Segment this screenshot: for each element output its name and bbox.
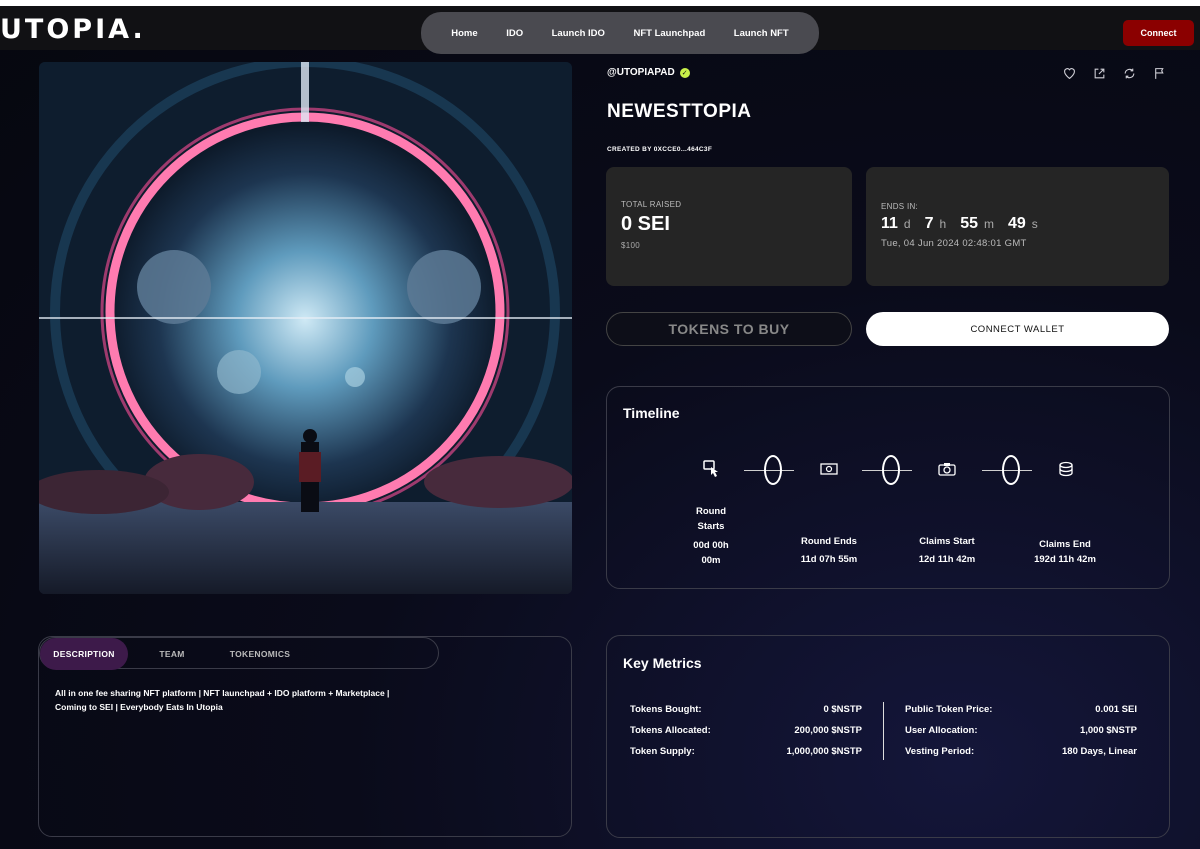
connect-button[interactable]: Connect bbox=[1123, 20, 1194, 46]
timeline-step-round-starts: Round Starts 00d 00h 00m bbox=[670, 504, 752, 568]
timeline-step-claims-end: Claims End 192d 11h 42m bbox=[1012, 537, 1118, 567]
countdown-days-unit: d bbox=[903, 217, 911, 231]
flag-icon[interactable] bbox=[1152, 66, 1166, 80]
metric-label: Token Supply: bbox=[630, 746, 695, 757]
key-metrics-title: Key Metrics bbox=[623, 655, 702, 671]
timeline-time: 00m bbox=[701, 555, 721, 566]
metric-label: Vesting Period: bbox=[905, 746, 975, 757]
connect-wallet-button[interactable]: CONNECT WALLET bbox=[866, 312, 1169, 346]
metric-value: 0 $NSTP bbox=[823, 704, 862, 715]
action-icons bbox=[1062, 66, 1166, 80]
timeline-label: Claims Start bbox=[919, 536, 975, 547]
project-image bbox=[39, 62, 572, 594]
tokens-to-buy-field[interactable]: TOKENS TO BUY bbox=[606, 312, 852, 346]
handle-text: @UTOPIAPAD bbox=[607, 67, 675, 78]
metric-value: 0.001 SEI bbox=[1095, 704, 1137, 715]
tab-team[interactable]: TEAM bbox=[148, 638, 196, 670]
heart-icon[interactable] bbox=[1062, 66, 1076, 80]
countdown-minutes-unit: m bbox=[984, 217, 994, 231]
timeline-label: Claims End bbox=[1039, 539, 1091, 550]
nav-home[interactable]: Home bbox=[451, 28, 477, 39]
nav-launch-nft[interactable]: Launch NFT bbox=[734, 28, 789, 39]
ends-in-card: ENDS IN: 11 d 7h 55 m 49 s Tue, 04 Jun 2024… bbox=[866, 167, 1169, 286]
key-metrics-panel: Key Metrics bbox=[606, 635, 1170, 838]
countdown-seconds-unit: s bbox=[1031, 217, 1038, 231]
coins-icon bbox=[1057, 460, 1075, 478]
countdown-seconds: 49 bbox=[1008, 215, 1026, 232]
metric-value: 1,000 $NSTP bbox=[1079, 725, 1137, 736]
project-title: NEWESTTOPIA bbox=[607, 101, 752, 122]
creator-address[interactable]: CREATED BY 0XCCE0...464C3F bbox=[607, 146, 712, 153]
camera-icon bbox=[938, 460, 956, 478]
metric-label: User Allocation: bbox=[905, 725, 978, 736]
metric-value: 1,000,000 $NSTP bbox=[786, 746, 862, 757]
ends-in-label: ENDS IN: bbox=[881, 202, 919, 211]
header: UTOPIA. Home IDO Launch IDO NFT Launchpa… bbox=[0, 6, 1200, 54]
timeline-step-round-ends: Round Ends 11d 07h 55m bbox=[776, 534, 882, 567]
metric-label: Tokens Bought: bbox=[630, 704, 702, 715]
timeline-title: Timeline bbox=[623, 405, 680, 421]
main-nav: Home IDO Launch IDO NFT Launchpad Launch… bbox=[421, 12, 819, 54]
timeline-time: 00d 00h bbox=[693, 540, 729, 551]
description-text: All in one fee sharing NFT platform | NF… bbox=[55, 686, 455, 714]
countdown-hours: 7 bbox=[924, 215, 934, 232]
total-raised-value: 0 SEI bbox=[621, 213, 670, 235]
project-handle[interactable]: @UTOPIAPAD ✓ bbox=[607, 67, 690, 78]
timeline-ring bbox=[764, 455, 782, 485]
tab-description[interactable]: DESCRIPTION bbox=[40, 638, 128, 670]
nav-launch-ido[interactable]: Launch IDO bbox=[552, 28, 605, 39]
verified-icon: ✓ bbox=[679, 67, 690, 78]
timeline-time: 12d 11h 42m bbox=[918, 554, 976, 565]
timeline-step-claims-start: Claims Start 12d 11h 42m bbox=[894, 534, 1000, 567]
tab-tokenomics[interactable]: TOKENOMICS bbox=[220, 638, 300, 670]
description-line: Coming to SEI | Everybody Eats In Utopia bbox=[55, 702, 223, 712]
timeline-time: 192d 11h 42m bbox=[1034, 554, 1096, 565]
countdown-minutes: 55 bbox=[960, 215, 978, 232]
description-line: All in one fee sharing NFT platform | NF… bbox=[55, 688, 390, 698]
total-raised-card: TOTAL RAISED 0 SEI $100 bbox=[606, 167, 852, 286]
metric-value: 200,000 $NSTP bbox=[794, 725, 862, 736]
countdown: 11 d 7h 55 m 49 s bbox=[881, 215, 1046, 233]
hand-pointer-icon bbox=[702, 460, 720, 478]
cash-icon bbox=[820, 460, 838, 478]
total-raised-usd: $100 bbox=[621, 241, 640, 250]
metric-label: Public Token Price: bbox=[905, 704, 993, 715]
timeline-ring bbox=[882, 455, 900, 485]
refresh-icon[interactable] bbox=[1122, 66, 1136, 80]
metrics-divider bbox=[883, 702, 884, 760]
timeline-label: Round bbox=[695, 506, 727, 517]
metric-value: 180 Days, Linear bbox=[1062, 746, 1137, 757]
timeline-label: Round Ends bbox=[801, 536, 857, 547]
countdown-hours-unit: h bbox=[939, 217, 947, 231]
timeline-label: Starts bbox=[697, 521, 725, 532]
share-icon[interactable] bbox=[1092, 66, 1106, 80]
total-raised-label: TOTAL RAISED bbox=[621, 200, 682, 209]
nav-ido[interactable]: IDO bbox=[506, 28, 523, 39]
ends-date: Tue, 04 Jun 2024 02:48:01 GMT bbox=[881, 238, 1027, 249]
timeline-ring bbox=[1002, 455, 1020, 485]
logo[interactable]: UTOPIA. bbox=[0, 14, 146, 45]
nav-nft-launchpad[interactable]: NFT Launchpad bbox=[633, 28, 705, 39]
metric-label: Tokens Allocated: bbox=[630, 725, 711, 736]
countdown-days: 11 bbox=[881, 215, 898, 232]
timeline-time: 11d 07h 55m bbox=[800, 554, 858, 565]
description-tabs: DESCRIPTION TEAM TOKENOMICS bbox=[39, 637, 439, 670]
